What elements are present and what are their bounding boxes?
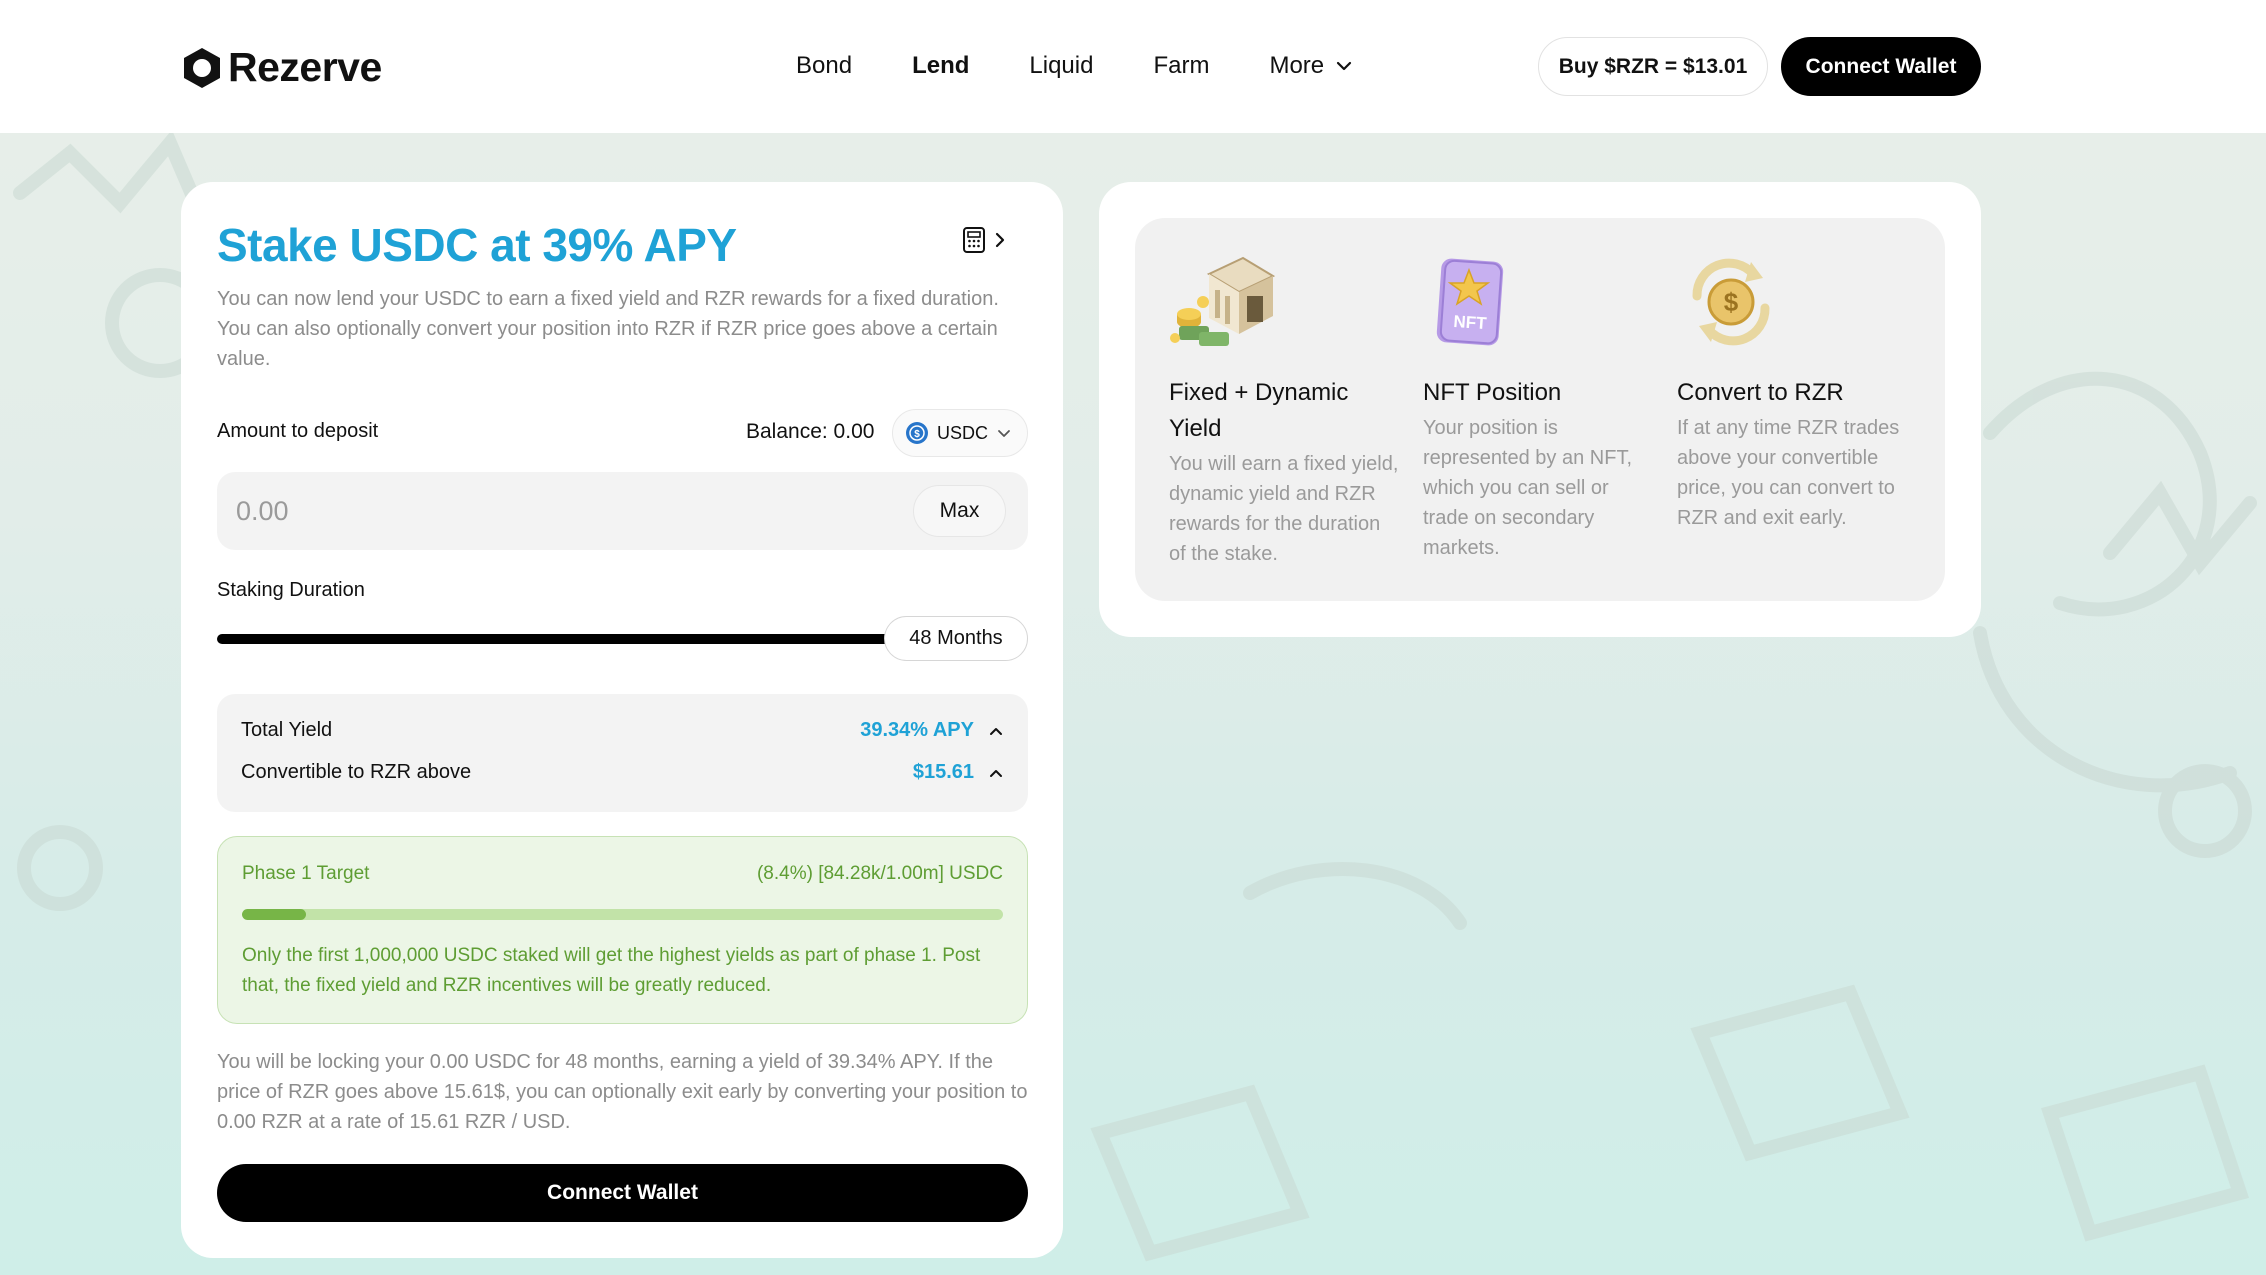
stake-card: Stake USDC at 39% APY You can now lend y… <box>181 182 1063 1258</box>
main-nav: Bond Lend Liquid Farm More <box>796 46 1414 86</box>
chevron-down-icon <box>998 430 1010 437</box>
calculator-icon <box>963 227 985 253</box>
phase-description: Only the first 1,000,000 USDC staked wil… <box>242 945 981 996</box>
phase-progress-fill <box>242 909 306 920</box>
connect-wallet-button[interactable]: Connect Wallet <box>217 1164 1028 1222</box>
features-panel: Fixed + Dynamic Yield You will earn a fi… <box>1135 218 1945 601</box>
max-button[interactable]: Max <box>913 485 1006 537</box>
convertible-value: $15.61 <box>912 761 974 783</box>
feature-title: Fixed + Dynamic Yield <box>1169 379 1349 442</box>
logo[interactable]: Rezerve <box>180 44 382 91</box>
nav-item-more[interactable]: More <box>1269 46 1354 86</box>
duration-label: Staking Duration <box>217 579 365 601</box>
bank-icon <box>1170 256 1276 346</box>
amount-input[interactable] <box>217 472 897 550</box>
chevron-up-icon <box>990 727 1002 735</box>
duration-slider-handle[interactable]: 48 Months <box>884 616 1028 661</box>
total-yield-label: Total Yield <box>241 719 333 741</box>
stake-summary: You will be locking your 0.00 USDC for 4… <box>217 1051 1028 1133</box>
phase-stat: (8.4%) [84.28k/1.00m] USDC <box>756 863 1003 884</box>
convertible-label: Convertible to RZR above <box>241 761 472 783</box>
feature-title: NFT Position <box>1423 379 1562 406</box>
feature-nft-position: NFT NFT Position Your position is repres… <box>1423 252 1653 563</box>
top-navbar: Rezerve Bond Lend Liquid Farm More Buy $… <box>0 0 2266 133</box>
stake-title: Stake USDC at 39% APY <box>217 219 737 271</box>
feature-title: Convert to RZR <box>1677 379 1844 406</box>
chevron-down-icon <box>1337 61 1352 71</box>
phase-title: Phase 1 Target <box>242 863 370 884</box>
logo-hexagon-icon <box>184 47 220 88</box>
convertible-row[interactable]: Convertible to RZR above $15.61 <box>241 761 1004 784</box>
nav-more-label: More <box>1269 52 1325 79</box>
nft-icon: NFT <box>1436 258 1504 346</box>
feature-fixed-yield: Fixed + Dynamic Yield You will earn a fi… <box>1169 252 1399 569</box>
chevron-up-icon <box>990 769 1002 777</box>
svg-text:NFT: NFT <box>1453 312 1488 333</box>
svg-text:$: $ <box>914 429 920 440</box>
phase-target-box: Phase 1 Target (8.4%) [84.28k/1.00m] USD… <box>217 836 1028 1024</box>
usdc-icon: $ <box>906 422 928 444</box>
nav-item-farm[interactable]: Farm <box>1153 46 1209 86</box>
feature-convert-rzr: $ Convert to RZR If at any time RZR trad… <box>1677 252 1907 533</box>
buy-rzr-button[interactable]: Buy $RZR = $13.01 <box>1538 37 1768 96</box>
amount-input-box: Max <box>217 472 1028 550</box>
nav-item-liquid[interactable]: Liquid <box>1029 46 1093 86</box>
duration-slider[interactable] <box>217 634 897 644</box>
chevron-right-icon <box>995 232 1005 248</box>
amount-label: Amount to deposit <box>217 420 379 442</box>
phase-progress-bar <box>242 909 1003 920</box>
calculator-button[interactable] <box>961 226 1007 254</box>
feature-description: If at any time RZR trades above your con… <box>1677 417 1900 529</box>
balance-text: Balance: 0.00 <box>746 420 875 443</box>
stake-description: You can now lend your USDC to earn a fix… <box>217 288 999 370</box>
connect-wallet-header-button[interactable]: Connect Wallet <box>1781 37 1981 96</box>
total-yield-value: 39.34% APY <box>860 719 974 741</box>
feature-description: Your position is represented by an NFT, … <box>1423 417 1632 559</box>
feature-description: You will earn a fixed yield, dynamic yie… <box>1169 453 1399 565</box>
nav-item-lend[interactable]: Lend <box>912 46 969 86</box>
logo-text: Rezerve <box>228 44 382 90</box>
total-yield-row[interactable]: Total Yield 39.34% APY <box>241 719 1004 742</box>
token-select[interactable]: $ USDC <box>892 409 1028 457</box>
token-label: USDC <box>937 422 989 443</box>
nav-item-bond[interactable]: Bond <box>796 46 852 86</box>
convert-icon: $ <box>1692 258 1770 346</box>
svg-text:$: $ <box>1724 287 1739 317</box>
features-card: Fixed + Dynamic Yield You will earn a fi… <box>1099 182 1981 637</box>
yield-summary: Total Yield 39.34% APY Convertible to RZ… <box>217 694 1028 812</box>
